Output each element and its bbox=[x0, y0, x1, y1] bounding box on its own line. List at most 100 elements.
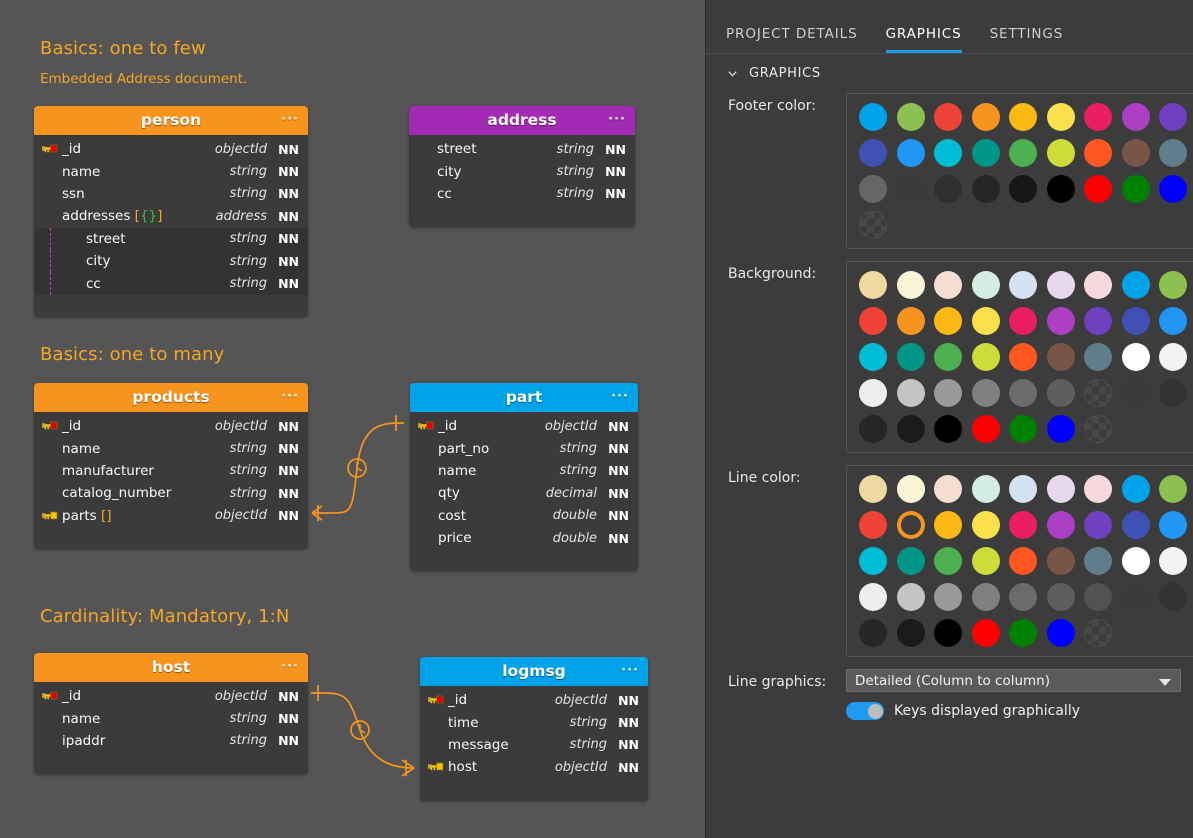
color-swatch[interactable] bbox=[1159, 271, 1187, 299]
color-swatch[interactable] bbox=[1084, 475, 1112, 503]
entity-field-row[interactable]: host objectId NN bbox=[420, 756, 648, 778]
color-swatch[interactable] bbox=[1009, 271, 1037, 299]
color-swatch[interactable] bbox=[1121, 343, 1150, 371]
footer-color-swatches[interactable] bbox=[846, 93, 1193, 249]
caret-down-icon[interactable] bbox=[1159, 678, 1171, 686]
color-swatch-selected[interactable] bbox=[897, 511, 925, 539]
tab-project-details[interactable]: PROJECT DETAILS bbox=[726, 26, 858, 53]
color-swatch[interactable] bbox=[1009, 511, 1037, 539]
line-color-swatches[interactable] bbox=[846, 465, 1193, 657]
color-swatch[interactable] bbox=[896, 343, 925, 371]
color-swatch[interactable] bbox=[896, 379, 925, 407]
color-swatch[interactable] bbox=[896, 103, 925, 131]
entity-field-row[interactable]: name string NN bbox=[34, 437, 308, 459]
color-swatch[interactable] bbox=[1159, 475, 1187, 503]
entity-field-row[interactable]: cc string NN bbox=[409, 183, 635, 205]
color-swatch[interactable] bbox=[1121, 103, 1150, 131]
color-swatch[interactable] bbox=[971, 343, 1000, 371]
entity-header-part[interactable]: part ··· bbox=[410, 383, 638, 412]
color-swatch[interactable] bbox=[859, 379, 887, 407]
color-swatch-transparent[interactable] bbox=[1084, 379, 1112, 407]
color-swatch[interactable] bbox=[1046, 511, 1075, 539]
color-swatch[interactable] bbox=[1046, 475, 1075, 503]
color-swatch[interactable] bbox=[934, 343, 962, 371]
color-swatch[interactable] bbox=[896, 583, 925, 611]
entity-field-row[interactable]: time string NN bbox=[420, 711, 648, 733]
color-swatch[interactable] bbox=[1084, 307, 1112, 335]
color-swatch[interactable] bbox=[934, 175, 962, 203]
entity-field-row[interactable]: _id objectId NN bbox=[34, 685, 308, 707]
color-swatch[interactable] bbox=[859, 175, 887, 203]
color-swatch[interactable] bbox=[859, 619, 887, 647]
color-swatch[interactable] bbox=[934, 103, 962, 131]
color-swatch[interactable] bbox=[934, 379, 962, 407]
color-swatch[interactable] bbox=[1121, 511, 1150, 539]
color-swatch[interactable] bbox=[971, 307, 1000, 335]
entity-table-products[interactable]: products ··· _id objectId NN name string NN ma… bbox=[34, 383, 308, 549]
entity-field-row[interactable]: price double NN bbox=[410, 527, 638, 549]
entity-field-row[interactable]: _id objectId NN bbox=[34, 415, 308, 437]
entity-menu-icon[interactable]: ··· bbox=[281, 653, 299, 682]
color-swatch[interactable] bbox=[1121, 175, 1150, 203]
color-swatch[interactable] bbox=[1121, 271, 1150, 299]
color-swatch[interactable] bbox=[1159, 583, 1187, 611]
color-swatch[interactable] bbox=[1159, 307, 1187, 335]
entity-field-row[interactable]: city string NN bbox=[34, 249, 308, 273]
color-swatch-transparent[interactable] bbox=[1084, 415, 1112, 443]
color-swatch[interactable] bbox=[859, 511, 887, 539]
entity-field-row[interactable]: name string NN bbox=[34, 160, 308, 182]
color-swatch[interactable] bbox=[859, 139, 887, 167]
entity-field-row[interactable]: parts [] objectId NN bbox=[34, 505, 308, 527]
color-swatch[interactable] bbox=[971, 619, 1000, 647]
color-swatch[interactable] bbox=[934, 271, 962, 299]
color-swatch[interactable] bbox=[1121, 583, 1150, 611]
color-swatch[interactable] bbox=[1121, 307, 1150, 335]
color-swatch[interactable] bbox=[1009, 307, 1037, 335]
color-swatch[interactable] bbox=[934, 415, 962, 443]
entity-field-row[interactable]: street string NN bbox=[409, 138, 635, 160]
entity-menu-icon[interactable]: ··· bbox=[281, 383, 299, 412]
color-swatch[interactable] bbox=[1009, 583, 1037, 611]
color-swatch[interactable] bbox=[971, 415, 1000, 443]
entity-menu-icon[interactable]: ··· bbox=[621, 657, 639, 686]
color-swatch[interactable] bbox=[1159, 511, 1187, 539]
line-graphics-select[interactable]: Detailed (Column to column) bbox=[846, 669, 1181, 692]
entity-field-row[interactable]: manufacturer string NN bbox=[34, 460, 308, 482]
color-swatch[interactable] bbox=[1046, 139, 1075, 167]
color-swatch[interactable] bbox=[896, 307, 925, 335]
color-swatch[interactable] bbox=[859, 547, 887, 575]
entity-field-row[interactable]: cc string NN bbox=[34, 272, 308, 295]
entity-header-logmsg[interactable]: logmsg ··· bbox=[420, 657, 648, 686]
color-swatch[interactable] bbox=[971, 547, 1000, 575]
entity-field-row[interactable]: _id objectId NN bbox=[420, 689, 648, 711]
entity-field-row[interactable]: addresses [{}] address NN bbox=[34, 205, 308, 227]
background-color-swatches[interactable] bbox=[846, 261, 1193, 453]
color-swatch[interactable] bbox=[1009, 139, 1037, 167]
entity-table-host[interactable]: host ··· _id objectId NN name string NN ipaddr… bbox=[34, 653, 308, 775]
color-swatch[interactable] bbox=[1121, 379, 1150, 407]
color-swatch[interactable] bbox=[896, 175, 925, 203]
tab-settings[interactable]: SETTINGS bbox=[990, 26, 1064, 53]
color-swatch[interactable] bbox=[1121, 475, 1150, 503]
color-swatch-transparent[interactable] bbox=[1084, 619, 1112, 647]
color-swatch[interactable] bbox=[1084, 103, 1112, 131]
color-swatch[interactable] bbox=[1009, 103, 1037, 131]
color-swatch[interactable] bbox=[971, 379, 1000, 407]
color-swatch[interactable] bbox=[934, 139, 962, 167]
color-swatch[interactable] bbox=[1159, 103, 1187, 131]
entity-field-row[interactable]: catalog_number string NN bbox=[34, 482, 308, 504]
color-swatch[interactable] bbox=[1009, 547, 1037, 575]
color-swatch[interactable] bbox=[896, 547, 925, 575]
entity-field-row[interactable]: name string NN bbox=[410, 460, 638, 482]
entity-field-row[interactable]: cost double NN bbox=[410, 505, 638, 527]
color-swatch[interactable] bbox=[1046, 175, 1075, 203]
color-swatch[interactable] bbox=[971, 271, 1000, 299]
entity-field-row[interactable]: _id objectId NN bbox=[410, 415, 638, 437]
color-swatch[interactable] bbox=[1046, 547, 1075, 575]
color-swatch[interactable] bbox=[859, 343, 887, 371]
color-swatch[interactable] bbox=[934, 307, 962, 335]
color-swatch[interactable] bbox=[971, 475, 1000, 503]
entity-header-person[interactable]: person ··· bbox=[34, 106, 308, 135]
color-swatch[interactable] bbox=[971, 583, 1000, 611]
color-swatch[interactable] bbox=[1084, 271, 1112, 299]
